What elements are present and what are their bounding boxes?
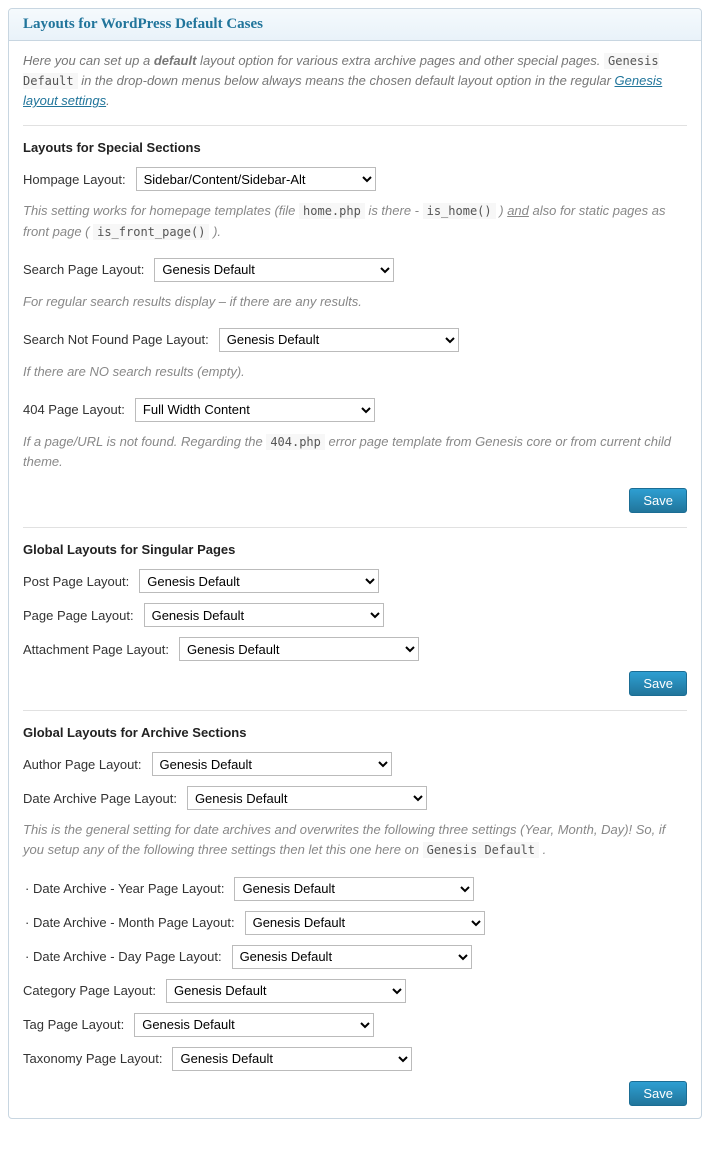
code-is-front-page: is_front_page(): [93, 224, 209, 240]
save-button[interactable]: Save: [629, 1081, 687, 1106]
404-layout-help: If a page/URL is not found. Regarding th…: [23, 432, 687, 472]
category-layout-row: Category Page Layout: Genesis Default: [23, 979, 687, 1003]
tag-layout-row: Tag Page Layout: Genesis Default: [23, 1013, 687, 1037]
date-archive-layout-label: Date Archive Page Layout:: [23, 791, 177, 806]
help-text: ).: [209, 224, 221, 239]
code-genesis-default: Genesis Default: [423, 842, 539, 858]
category-layout-select[interactable]: Genesis Default: [166, 979, 406, 1003]
code-home-php: home.php: [299, 203, 365, 219]
intro-default-word: default: [154, 53, 197, 68]
search-layout-help: For regular search results display – if …: [23, 292, 687, 312]
save-row-3: Save: [23, 1081, 687, 1106]
post-layout-row: Post Page Layout: Genesis Default: [23, 569, 687, 593]
homepage-layout-label: Hompage Layout:: [23, 172, 126, 187]
tag-layout-select[interactable]: Genesis Default: [134, 1013, 374, 1037]
author-layout-label: Author Page Layout:: [23, 757, 142, 772]
attachment-layout-select[interactable]: Genesis Default: [179, 637, 419, 661]
date-month-layout-select[interactable]: Genesis Default: [245, 911, 485, 935]
date-year-layout-select[interactable]: Genesis Default: [234, 877, 474, 901]
help-and: and: [507, 203, 529, 218]
panel-body: Here you can set up a default layout opt…: [9, 41, 701, 1118]
help-text: If a page/URL is not found. Regarding th…: [23, 434, 266, 449]
404-layout-select[interactable]: Full Width Content: [135, 398, 375, 422]
section-title-archive: Global Layouts for Archive Sections: [23, 725, 687, 740]
post-layout-select[interactable]: Genesis Default: [139, 569, 379, 593]
tag-layout-label: Tag Page Layout:: [23, 1017, 124, 1032]
page-layout-row: Page Page Layout: Genesis Default: [23, 603, 687, 627]
search-not-found-layout-select[interactable]: Genesis Default: [219, 328, 459, 352]
divider: [23, 527, 687, 528]
date-day-layout-row: Date Archive - Day Page Layout: Genesis …: [23, 945, 687, 969]
page-layout-select[interactable]: Genesis Default: [144, 603, 384, 627]
date-month-layout-label: Date Archive - Month Page Layout:: [23, 915, 235, 930]
taxonomy-layout-select[interactable]: Genesis Default: [172, 1047, 412, 1071]
divider: [23, 125, 687, 126]
help-text: ): [496, 203, 508, 218]
intro-text: Here you can set up a default layout opt…: [23, 51, 687, 111]
help-text: This is the general setting for date arc…: [23, 822, 665, 857]
homepage-layout-help: This setting works for homepage template…: [23, 201, 687, 241]
section-title-singular: Global Layouts for Singular Pages: [23, 542, 687, 557]
date-year-layout-label: Date Archive - Year Page Layout:: [23, 881, 224, 896]
search-not-found-layout-help: If there are NO search results (empty).: [23, 362, 687, 382]
date-year-layout-row: Date Archive - Year Page Layout: Genesis…: [23, 877, 687, 901]
intro-part2: layout option for various extra archive …: [196, 53, 604, 68]
author-layout-row: Author Page Layout: Genesis Default: [23, 752, 687, 776]
taxonomy-layout-row: Taxonomy Page Layout: Genesis Default: [23, 1047, 687, 1071]
category-layout-label: Category Page Layout:: [23, 983, 156, 998]
save-row-2: Save: [23, 671, 687, 696]
404-layout-label: 404 Page Layout:: [23, 402, 125, 417]
save-button[interactable]: Save: [629, 671, 687, 696]
homepage-layout-select[interactable]: Sidebar/Content/Sidebar-Alt: [136, 167, 376, 191]
save-row-1: Save: [23, 488, 687, 513]
section-title-special: Layouts for Special Sections: [23, 140, 687, 155]
attachment-layout-label: Attachment Page Layout:: [23, 642, 169, 657]
date-archive-layout-select[interactable]: Genesis Default: [187, 786, 427, 810]
page-layout-label: Page Page Layout:: [23, 608, 134, 623]
date-month-layout-row: Date Archive - Month Page Layout: Genesi…: [23, 911, 687, 935]
date-day-layout-label: Date Archive - Day Page Layout:: [23, 949, 222, 964]
panel-title: Layouts for WordPress Default Cases: [9, 9, 701, 41]
404-layout-row: 404 Page Layout: Full Width Content: [23, 398, 687, 422]
attachment-layout-row: Attachment Page Layout: Genesis Default: [23, 637, 687, 661]
date-day-layout-select[interactable]: Genesis Default: [232, 945, 472, 969]
settings-metabox: Layouts for WordPress Default Cases Here…: [8, 8, 702, 1119]
divider: [23, 710, 687, 711]
search-layout-select[interactable]: Genesis Default: [154, 258, 394, 282]
search-layout-row: Search Page Layout: Genesis Default: [23, 258, 687, 282]
intro-part4: .: [106, 93, 110, 108]
search-not-found-layout-label: Search Not Found Page Layout:: [23, 332, 209, 347]
search-not-found-layout-row: Search Not Found Page Layout: Genesis De…: [23, 328, 687, 352]
help-text: This setting works for homepage template…: [23, 203, 299, 218]
intro-part3: in the drop-down menus below always mean…: [78, 73, 615, 88]
date-archive-layout-row: Date Archive Page Layout: Genesis Defaul…: [23, 786, 687, 810]
author-layout-select[interactable]: Genesis Default: [152, 752, 392, 776]
taxonomy-layout-label: Taxonomy Page Layout:: [23, 1051, 162, 1066]
code-404-php: 404.php: [266, 434, 325, 450]
post-layout-label: Post Page Layout:: [23, 574, 129, 589]
help-text: is there -: [365, 203, 423, 218]
intro-part1: Here you can set up a: [23, 53, 154, 68]
code-is-home: is_home(): [423, 203, 496, 219]
homepage-layout-row: Hompage Layout: Sidebar/Content/Sidebar-…: [23, 167, 687, 191]
save-button[interactable]: Save: [629, 488, 687, 513]
date-archive-layout-help: This is the general setting for date arc…: [23, 820, 687, 860]
help-text: .: [539, 842, 546, 857]
search-layout-label: Search Page Layout:: [23, 262, 144, 277]
